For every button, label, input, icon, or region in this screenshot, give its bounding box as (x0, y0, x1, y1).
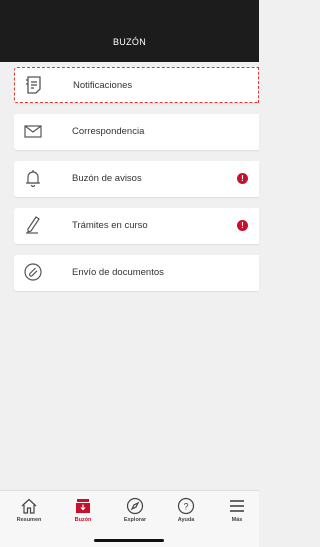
home-indicator (94, 539, 164, 542)
page-title: BUZÓN (113, 37, 146, 47)
alert-badge: ! (237, 220, 248, 231)
help-icon: ? (177, 497, 195, 515)
tab-label: Ayuda (177, 517, 195, 523)
svg-text:?: ? (183, 502, 188, 512)
tab-label: Más (231, 517, 243, 523)
menu-item-buzon-avisos[interactable]: Buzón de avisos ! (14, 161, 259, 197)
notification-doc-icon (23, 74, 45, 96)
tab-label: Explorar (123, 517, 147, 523)
tab-label: Resumen (16, 517, 42, 523)
paperclip-icon (22, 261, 44, 283)
compass-icon (126, 497, 144, 515)
menu-item-label: Envío de documentos (72, 267, 164, 278)
menu-item-label: Notificaciones (73, 80, 133, 91)
alert-badge: ! (237, 173, 248, 184)
tab-explorar[interactable]: Explorar (115, 497, 155, 523)
tab-resumen[interactable]: Resumen (9, 497, 49, 523)
tab-mas[interactable]: Más (217, 497, 257, 523)
menu-item-tramites[interactable]: Trámites en curso ! (14, 208, 259, 244)
menu-item-notificaciones[interactable]: Notificaciones (14, 67, 259, 103)
tab-ayuda[interactable]: ? Ayuda (166, 497, 206, 523)
home-icon (21, 498, 37, 514)
bell-icon (22, 167, 44, 189)
app-header: BUZÓN (0, 0, 259, 62)
menu-item-envio-documentos[interactable]: Envío de documentos (14, 255, 259, 291)
menu-item-label: Correspondencia (72, 126, 145, 137)
mailbox-icon (76, 499, 90, 513)
tab-label: Buzón (74, 517, 92, 523)
tab-buzon[interactable]: Buzón (63, 497, 103, 523)
menu-item-label: Trámites en curso (72, 220, 148, 231)
menu-item-label: Buzón de avisos (72, 173, 142, 184)
menu-icon (230, 500, 244, 512)
envelope-icon (22, 120, 44, 142)
menu-item-correspondencia[interactable]: Correspondencia (14, 114, 259, 150)
pencil-icon (22, 214, 44, 236)
